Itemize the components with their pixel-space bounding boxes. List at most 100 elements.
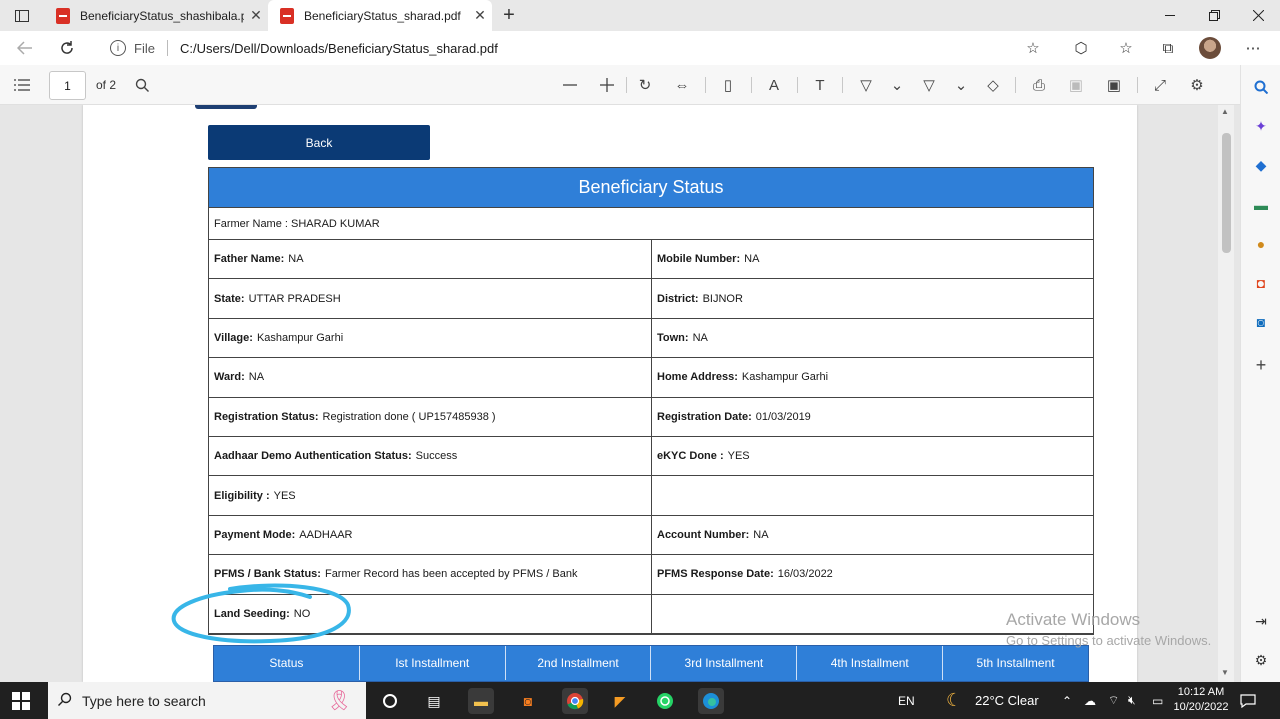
minimize-icon[interactable] [1148,0,1192,31]
divider [166,40,168,56]
field-label: Account Number: [657,528,750,541]
chevron-down-icon[interactable]: ⌄ [949,73,973,97]
chrome-icon[interactable] [562,688,588,714]
page-number-input[interactable]: 1 [49,71,86,100]
field-value: NA [744,253,760,266]
read-aloud-icon[interactable]: A [762,73,786,97]
vertical-scrollbar[interactable]: ▲ ▼ [1218,105,1234,682]
tab-sharad[interactable]: BeneficiaryStatus_sharad.pdf ✕ [268,0,492,31]
field-label: Father Name: [214,253,285,266]
chevron-up-icon[interactable]: ⌃ [1062,682,1072,719]
field-value: 01/03/2019 [755,410,811,423]
find-icon[interactable] [130,73,154,97]
header-button-remnant [195,105,257,109]
page-view-icon[interactable]: ▯ [716,73,740,97]
back-arrow-icon[interactable] [12,36,38,60]
scrollbar-thumb[interactable] [1222,133,1231,253]
status-table-title: Beneficiary Status [209,168,1093,208]
edge-icon[interactable] [698,688,724,714]
rotate-icon[interactable]: ↻ [633,73,657,97]
restore-icon[interactable] [1192,0,1236,31]
zoom-in-icon[interactable] [595,73,619,97]
column-header: 4th Installment [797,646,944,680]
sublime-text-icon[interactable]: ◤ [607,688,633,714]
back-button[interactable]: Back [208,125,430,160]
settings-gear-icon[interactable]: ⚙ [1185,73,1209,97]
cortana-icon[interactable] [377,688,403,714]
pdf-file-icon [280,7,294,24]
table-cell: Village: Kashampur Garhi [209,319,651,357]
scheme-label: File [134,40,155,56]
tab-shashibala[interactable]: BeneficiaryStatus_shashibala.pdf ✕ [44,0,268,31]
language-indicator[interactable]: EN [898,682,915,719]
close-window-icon[interactable] [1236,0,1280,31]
settings-gear-icon[interactable]: ⚙ [1250,649,1272,671]
table-row: Village: Kashampur Garhi Town: NA [209,318,1093,359]
notification-icon[interactable] [1240,682,1256,719]
table-row: Farmer Name : SHARAD KUMAR [209,208,1093,240]
wifi-icon[interactable]: ⌔ [1108,682,1119,719]
add-text-icon[interactable]: T [808,73,832,97]
more-menu-icon[interactable]: ⋯ [1240,35,1266,61]
sparkle-icon[interactable]: ✦ [1250,115,1272,137]
annotation-circle [171,583,351,644]
favorites-icon[interactable]: ☆ [1113,35,1139,61]
save-icon[interactable]: ▣ [1064,73,1088,97]
pdf-file-icon [56,7,70,24]
task-view-icon[interactable]: ▤ [421,688,447,714]
table-cell: Ward: NA [209,358,651,396]
battery-icon[interactable]: ▭ [1152,682,1163,719]
extensions-icon[interactable]: ⬡ [1068,35,1094,61]
office-icon[interactable]: ◘ [1250,272,1272,294]
url-text[interactable]: C:/Users/Dell/Downloads/BeneficiaryStatu… [180,41,498,56]
add-icon[interactable]: + [1250,354,1272,376]
fullscreen-icon[interactable]: ⤢ [1148,73,1172,97]
outlook-icon[interactable]: ◙ [1250,311,1272,333]
edge-sidebar: ✦ ◆ ▬ ● ◘ ◙ + ⇥ ⚙ [1240,65,1280,682]
tools-icon[interactable]: ▬ [1250,194,1272,216]
favorite-star-icon[interactable]: ☆ [1020,35,1046,61]
new-tab-button[interactable]: + [498,4,520,26]
tab-close-icon[interactable]: ✕ [468,7,492,24]
tab-actions-icon[interactable] [10,6,34,26]
field-value: 16/03/2022 [777,568,833,581]
chevron-down-icon[interactable]: ⌄ [885,73,909,97]
scroll-down-icon[interactable]: ▼ [1221,668,1229,677]
table-cell: Town: NA [651,318,1093,358]
print-icon[interactable]: ⎙ [1027,73,1051,97]
windows-start-icon[interactable] [12,692,30,710]
games-icon[interactable]: ● [1250,233,1272,255]
scroll-up-icon[interactable]: ▲ [1221,107,1229,116]
refresh-icon[interactable] [54,36,80,60]
onedrive-icon[interactable]: ☁ [1084,682,1096,719]
eraser-icon[interactable]: ◇ [981,73,1005,97]
weather-text[interactable]: 22°C Clear [975,682,1039,719]
draw-icon[interactable]: ▽ [854,73,878,97]
xampp-icon[interactable]: ◙ [515,688,541,714]
table-of-contents-icon[interactable] [10,73,34,97]
pdf-toolbar: 1 of 2 ↻ ⇔ ▯ A T ▽ ⌄ ▽ ⌄ ◇ ⎙ ▣ ▣ ⤢ ⚙ [0,65,1240,105]
table-cell: Payment Mode: AADHAAR [209,516,651,554]
save-as-icon[interactable]: ▣ [1102,73,1126,97]
zoom-out-icon[interactable] [558,73,582,97]
clock[interactable]: 10:12 AM 10/20/2022 [1170,685,1232,715]
tab-close-icon[interactable]: ✕ [244,7,268,24]
search-icon[interactable] [1250,76,1272,98]
speaker-muted-icon[interactable]: 🔇︎ [1128,682,1136,719]
file-explorer-icon[interactable]: ▬ [468,688,494,714]
field-label: Aadhaar Demo Authentication Status: [214,450,412,463]
table-cell: Registration Date: 01/03/2019 [651,397,1093,436]
field-label: Mobile Number: [657,253,741,266]
address-bar[interactable]: i File C:/Users/Dell/Downloads/Beneficia… [96,34,1056,62]
highlight-icon[interactable]: ▽ [917,73,941,97]
profile-avatar[interactable] [1197,35,1223,61]
field-value: BIJNOR [702,292,743,305]
fit-page-icon[interactable]: ⇔ [670,73,694,97]
info-icon[interactable]: i [110,40,126,56]
table-cell: State: UTTAR PRADESH [209,279,651,317]
shopping-tag-icon[interactable]: ◆ [1250,154,1272,176]
sidebar-toggle-icon[interactable]: ⇥ [1250,610,1272,632]
taskbar-search[interactable]: Type here to search 🎗 [48,682,366,719]
whatsapp-icon[interactable] [652,688,678,714]
collections-icon[interactable]: ⧉ [1155,35,1181,61]
